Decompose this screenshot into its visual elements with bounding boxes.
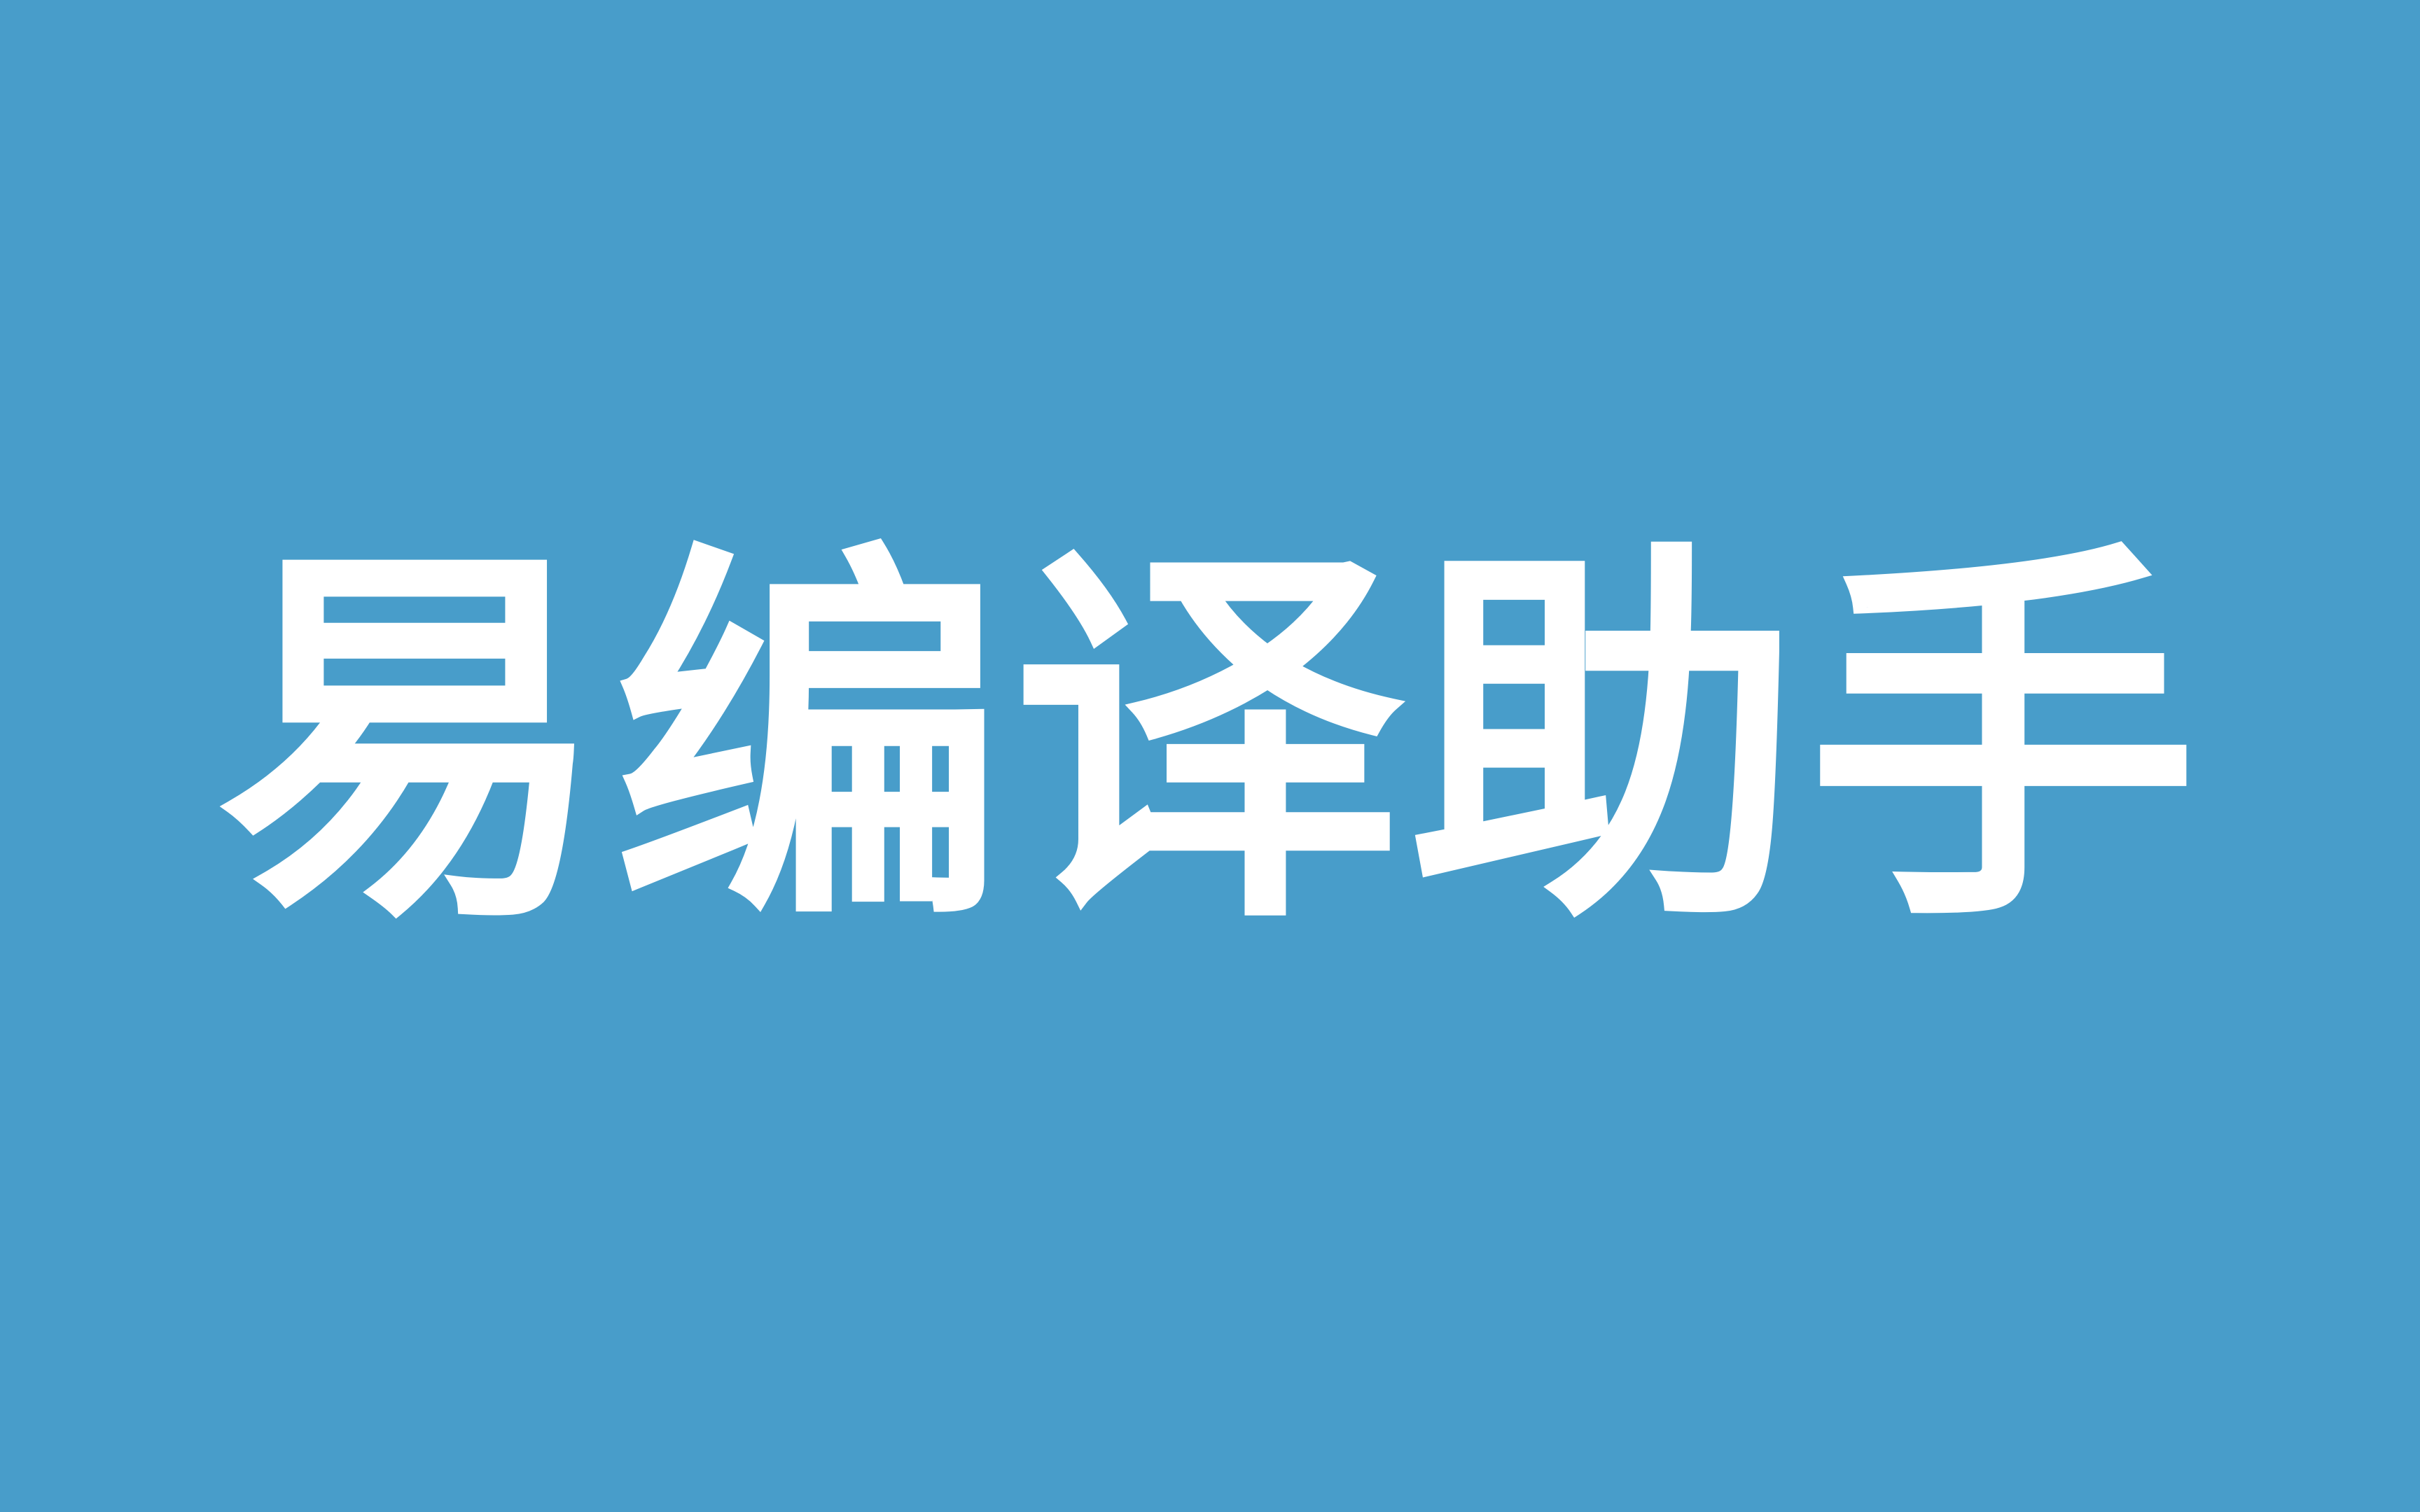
banner-background: 易编译助手	[0, 0, 2420, 1512]
app-title: 易编译助手	[216, 514, 2204, 970]
